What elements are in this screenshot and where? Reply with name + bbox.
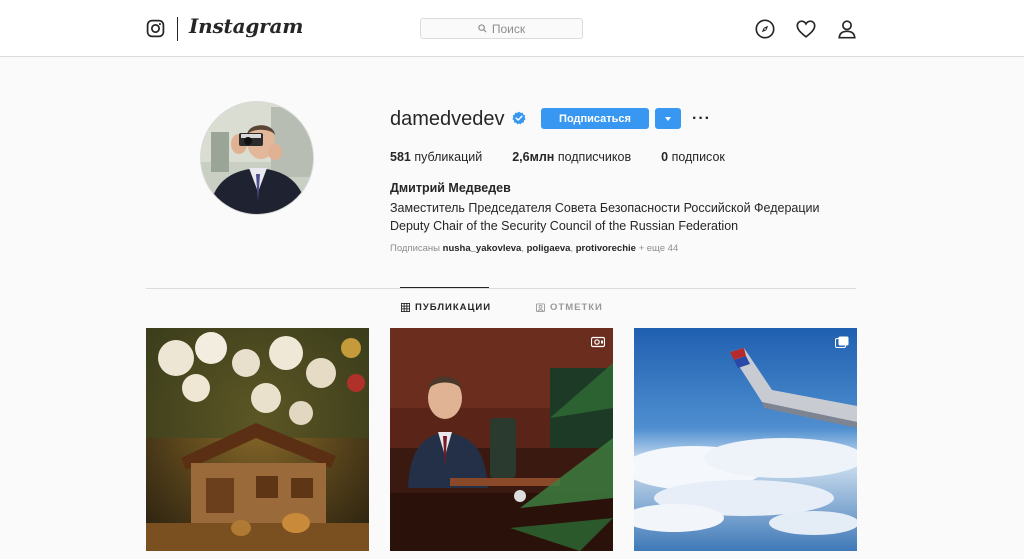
tab-tagged-label: ОТМЕТКИ <box>550 302 603 313</box>
profile-username: damedvedev <box>390 108 505 130</box>
more-options-button[interactable]: ··· <box>692 110 711 128</box>
following-label: подписок <box>671 150 725 164</box>
posts-stat: 581 публикаций <box>390 150 482 164</box>
airplane-wing-clouds-photo <box>634 328 857 551</box>
followers-count: 2,6млн <box>512 150 555 164</box>
tabs-divider <box>146 288 856 289</box>
search-icon <box>478 24 487 33</box>
bio-line: Заместитель Председателя Совета Безопасн… <box>390 201 820 215</box>
search-placeholder: Поиск <box>491 21 526 36</box>
instagram-wordmark[interactable]: Instagram <box>189 14 303 38</box>
nativity-scene-photo <box>146 328 369 551</box>
suggested-dropdown-button[interactable] <box>655 108 681 129</box>
profile-avatar[interactable] <box>200 101 314 215</box>
followed-by-separator: , <box>521 243 524 254</box>
verified-badge-icon <box>512 111 526 125</box>
followed-by-user[interactable]: nusha_yakovleva <box>443 243 522 254</box>
logo-divider <box>177 17 178 41</box>
explore-compass-icon[interactable] <box>754 18 776 40</box>
following-count: 0 <box>661 150 669 164</box>
tagged-person-icon <box>536 303 545 312</box>
carousel-icon <box>835 335 849 348</box>
followed-by: Подписаны nusha_yakovleva, poligaeva, pr… <box>390 243 678 254</box>
followed-by-prefix: Подписаны <box>390 243 441 254</box>
top-nav: Instagram Поиск <box>0 0 1024 57</box>
active-tab-indicator <box>400 287 489 288</box>
search-input[interactable]: Поиск <box>420 18 583 39</box>
tab-tagged[interactable]: ОТМЕТКИ <box>536 302 603 313</box>
profile-stats: 581 публикаций 2,6млн подписчиков 0 подп… <box>390 150 755 164</box>
post-thumbnail[interactable] <box>390 328 613 551</box>
grid-icon <box>401 303 410 312</box>
post-thumbnail[interactable] <box>146 328 369 551</box>
video-icon <box>590 335 606 348</box>
posts-count: 581 <box>390 150 411 164</box>
bio-line: Deputy Chair of the Security Council of … <box>390 219 739 233</box>
following-stat[interactable]: 0 подписок <box>661 150 725 164</box>
followed-by-separator: , <box>570 243 574 254</box>
followers-stat[interactable]: 2,6млн подписчиков <box>512 150 631 164</box>
meeting-video-still <box>390 328 613 551</box>
followed-by-user[interactable]: poligaeva <box>527 243 571 254</box>
tab-posts[interactable]: ПУБЛИКАЦИИ <box>401 302 491 313</box>
followed-by-user[interactable]: protivorechie <box>576 243 636 254</box>
follow-button[interactable]: Подписаться <box>541 108 649 129</box>
tab-posts-label: ПУБЛИКАЦИИ <box>415 302 492 313</box>
followers-label: подписчиков <box>557 150 632 164</box>
activity-heart-icon[interactable] <box>795 18 817 40</box>
profile-bio: Заместитель Председателя Совета Безопасн… <box>390 199 820 235</box>
chevron-down-icon <box>665 116 671 121</box>
followed-by-more[interactable]: + еще 44 <box>639 243 679 254</box>
post-thumbnail[interactable] <box>634 328 857 551</box>
posts-label: публикаций <box>414 150 483 164</box>
instagram-camera-icon[interactable] <box>146 19 165 38</box>
profile-full-name: Дмитрий Медведев <box>390 181 511 195</box>
profile-person-icon[interactable] <box>836 18 858 40</box>
